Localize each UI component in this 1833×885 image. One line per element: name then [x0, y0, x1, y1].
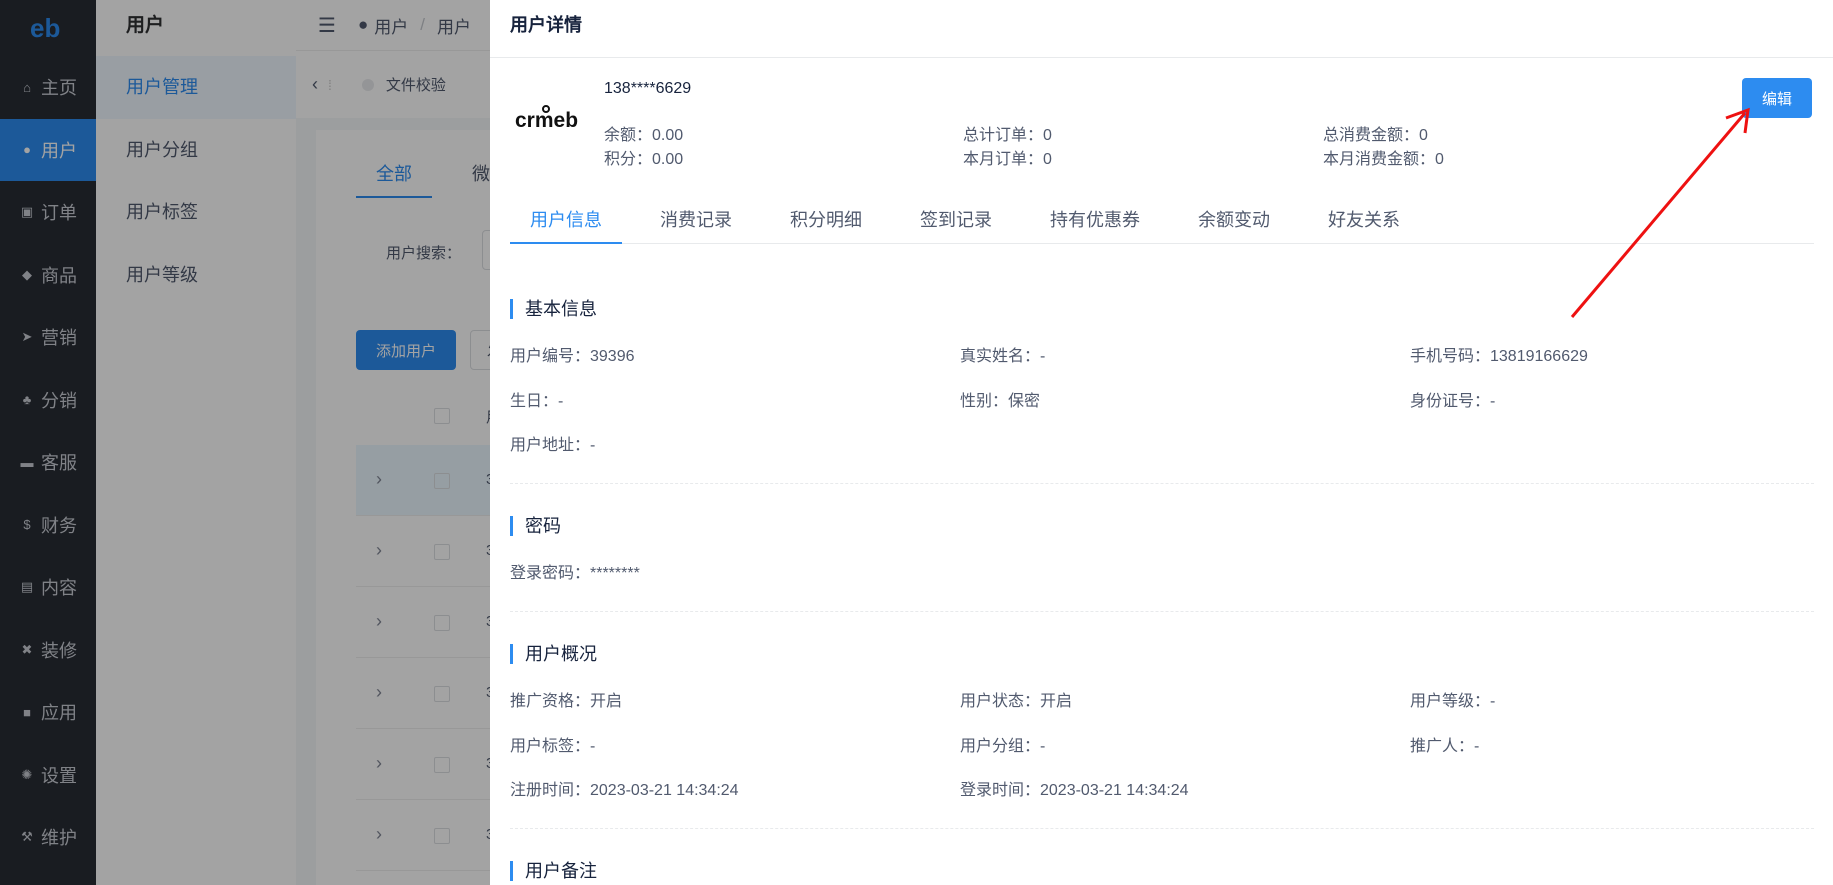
tab-friends[interactable]: 好友关系	[1328, 206, 1400, 244]
field-mobile: 手机号码：13819166629	[1410, 348, 1588, 365]
field-login-password: 登录密码：********	[510, 565, 640, 582]
tab-coupons[interactable]: 持有优惠券	[1050, 206, 1140, 244]
field-id-card: 身份证号：-	[1410, 393, 1496, 410]
section-remark-title: 用户备注	[510, 861, 597, 881]
detail-tabs: 用户信息 消费记录 积分明细 签到记录 持有优惠券 余额变动 好友关系	[510, 206, 1814, 244]
field-address: 用户地址：-	[510, 437, 596, 454]
stat-balance: 余额：0.00	[604, 127, 684, 144]
stat-points: 积分：0.00	[604, 151, 684, 168]
section-basic-info-title: 基本信息	[510, 299, 597, 319]
tab-sign-in[interactable]: 签到记录	[920, 206, 992, 244]
tab-balance-change[interactable]: 余额变动	[1198, 206, 1270, 244]
section-divider	[510, 483, 1814, 484]
stat-total-orders: 总计订单：0	[963, 127, 1052, 144]
field-real-name: 真实姓名：-	[960, 348, 1046, 365]
field-promotion: 推广资格：开启	[510, 693, 623, 710]
tab-consumption[interactable]: 消费记录	[660, 206, 732, 244]
edit-button[interactable]: 编辑	[1742, 78, 1812, 118]
user-detail-drawer: 用户详情 crmeb 138****6629 余额：0.00 积分：0.00 总…	[490, 0, 1833, 885]
field-user-level: 用户等级：-	[1410, 693, 1496, 710]
field-user-status: 用户状态：开启	[960, 693, 1073, 710]
field-register-time: 注册时间：2023-03-21 14:34:24	[510, 782, 739, 799]
user-phone-masked: 138****6629	[604, 80, 692, 97]
section-divider	[510, 828, 1814, 829]
field-user-group: 用户分组：-	[960, 738, 1046, 755]
section-divider	[510, 611, 1814, 612]
avatar: crmeb	[510, 90, 586, 146]
tab-points-detail[interactable]: 积分明细	[790, 206, 862, 244]
crmeb-logo-icon: crmeb	[515, 105, 578, 132]
field-login-time: 登录时间：2023-03-21 14:34:24	[960, 782, 1189, 799]
field-user-tag: 用户标签：-	[510, 738, 596, 755]
field-gender: 性别：保密	[960, 393, 1041, 410]
tab-user-info[interactable]: 用户信息	[510, 206, 622, 244]
section-password-title: 密码	[510, 516, 561, 536]
stat-month-spent: 本月消费金额：0	[1323, 151, 1444, 168]
user-profile-summary: crmeb 138****6629 余额：0.00 积分：0.00 总计订单：0…	[510, 80, 1810, 170]
drawer-mask[interactable]	[0, 0, 490, 885]
field-birthday: 生日：-	[510, 393, 564, 410]
stat-month-orders: 本月订单：0	[963, 151, 1052, 168]
stat-total-spent: 总消费金额：0	[1323, 127, 1428, 144]
field-user-id: 用户编号：39396	[510, 348, 635, 365]
section-overview-title: 用户概况	[510, 644, 597, 664]
drawer-title: 用户详情	[490, 0, 1833, 58]
field-promoter: 推广人：-	[1410, 738, 1480, 755]
